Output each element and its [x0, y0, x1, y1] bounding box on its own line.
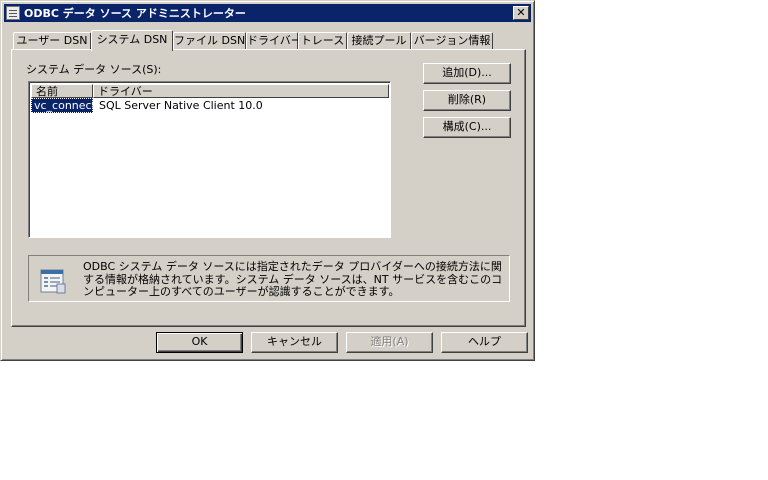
data-sources-icon — [40, 269, 66, 294]
dsn-driver: SQL Server Native Client 10.0 — [99, 99, 263, 112]
configure-button[interactable]: 構成(C)... — [423, 117, 511, 138]
apply-button[interactable]: 適用(A) — [346, 332, 433, 353]
tab-file-dsn[interactable]: ファイル DSN — [173, 32, 246, 49]
info-description: ODBC システム データ ソースには指定されたデータ プロバイダーへの接続方法… — [83, 260, 503, 298]
odbc-app-icon — [6, 6, 20, 20]
tab-about[interactable]: バージョン情報 — [411, 32, 493, 49]
tab-system-dsn[interactable]: システム DSN — [91, 30, 173, 51]
data-source-list[interactable]: 名前 ドライバー vc_connect SQL Server Native Cl… — [28, 81, 391, 238]
system-data-sources-label: システム データ ソース(S): — [26, 63, 162, 76]
tab-strip: ユーザー DSN システム DSN ファイル DSN ドライバー トレース 接続… — [11, 30, 531, 51]
odbc-admin-window: ODBC データ ソース アドミニストレーター ✕ ユーザー DSN システム … — [0, 0, 535, 361]
list-header: 名前 ドライバー — [31, 84, 389, 98]
ok-button[interactable]: OK — [156, 332, 243, 353]
tab-user-dsn[interactable]: ユーザー DSN — [13, 32, 91, 49]
tab-connection-pooling[interactable]: 接続プール — [347, 32, 411, 49]
list-item[interactable]: vc_connect SQL Server Native Client 10.0 — [31, 98, 263, 113]
dsn-name: vc_connect — [31, 98, 96, 113]
remove-button[interactable]: 削除(R) — [423, 90, 511, 111]
column-header-driver[interactable]: ドライバー — [93, 84, 389, 98]
info-box: ODBC システム データ ソースには指定されたデータ プロバイダーへの接続方法… — [28, 255, 510, 302]
help-button[interactable]: ヘルプ — [441, 332, 528, 353]
title-bar[interactable]: ODBC データ ソース アドミニストレーター ✕ — [4, 4, 531, 22]
tab-drivers[interactable]: ドライバー — [246, 32, 302, 49]
window-title: ODBC データ ソース アドミニストレーター — [24, 7, 246, 20]
column-header-name[interactable]: 名前 — [31, 84, 93, 98]
close-button[interactable]: ✕ — [513, 6, 529, 20]
system-dsn-panel: システム データ ソース(S): 名前 ドライバー vc_connect SQL… — [11, 49, 526, 327]
cancel-button[interactable]: キャンセル — [251, 332, 338, 353]
tab-tracing[interactable]: トレース — [298, 32, 347, 49]
add-button[interactable]: 追加(D)... — [423, 63, 511, 84]
